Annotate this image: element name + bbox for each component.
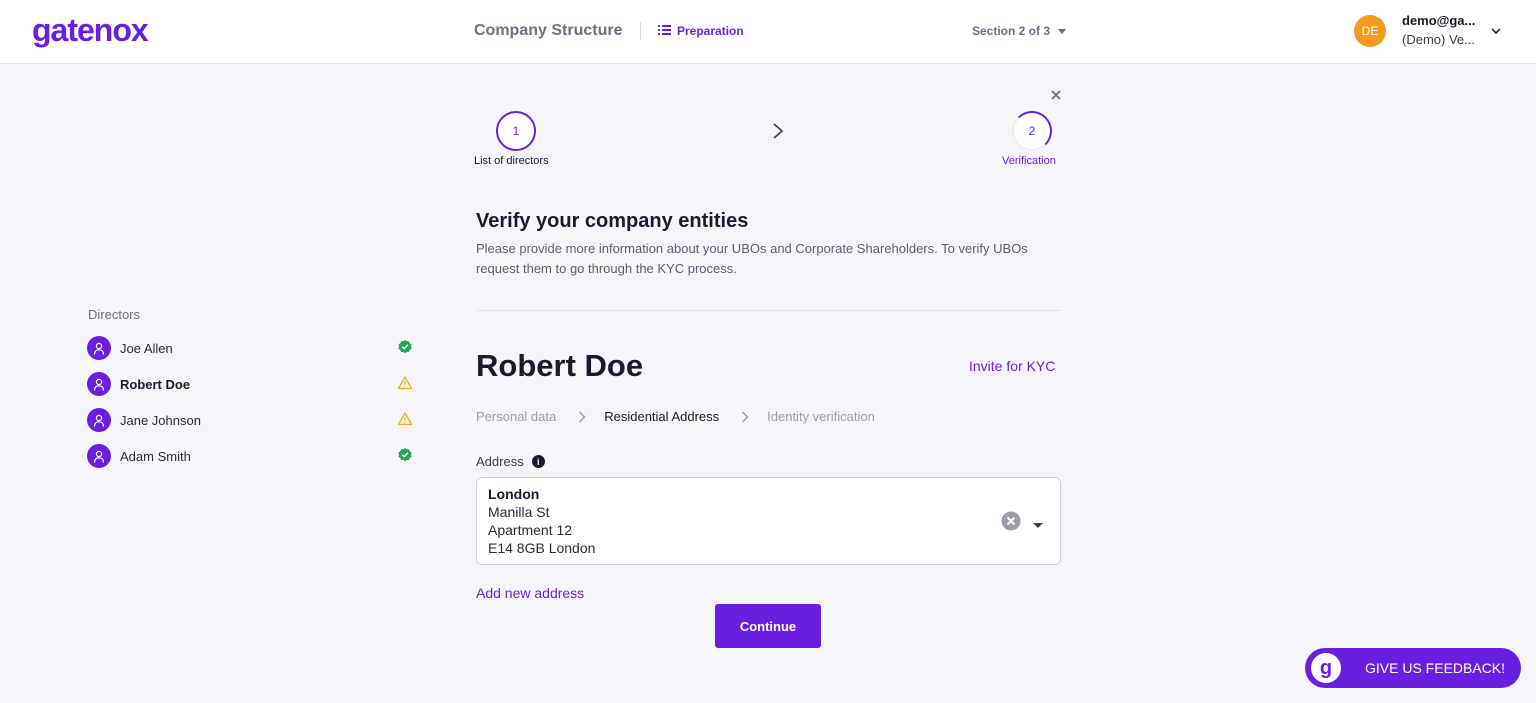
info-icon[interactable]: i: [531, 455, 545, 468]
director-name: Adam Smith: [120, 448, 191, 464]
gatenox-logo[interactable]: gatenox: [32, 12, 149, 49]
chevron-right-icon: [770, 121, 786, 146]
list-icon: [658, 24, 671, 38]
chevron-right-icon: [741, 411, 749, 423]
preparation-link[interactable]: Preparation: [658, 24, 744, 38]
user-avatar[interactable]: DE: [1354, 15, 1386, 47]
check-circle-icon: [397, 447, 413, 468]
chevron-down-icon[interactable]: [1490, 24, 1502, 42]
address-select[interactable]: London Manilla St Apartment 12 E14 8GB L…: [476, 477, 1061, 565]
breadcrumb-personal-data[interactable]: Personal data: [476, 409, 556, 424]
user-icon: [87, 408, 111, 432]
invite-kyc-link[interactable]: Invite for KYC: [969, 358, 1055, 374]
section-label: Section 2 of 3: [972, 24, 1051, 38]
section-selector[interactable]: Section 2 of 3: [972, 24, 1067, 38]
header-divider: [640, 22, 641, 40]
step-2-label: Verification: [1002, 155, 1056, 167]
director-name: Jane Johnson: [120, 412, 201, 428]
gatenox-g-icon: g: [1311, 653, 1341, 683]
user-icon: [87, 444, 111, 468]
add-new-address-link[interactable]: Add new address: [476, 585, 584, 601]
address-line: Apartment 12: [488, 522, 573, 538]
user-org: (Demo) Ve...: [1402, 32, 1475, 47]
step-1-label: List of directors: [474, 155, 549, 167]
warning-icon: [397, 411, 413, 432]
user-icon: [87, 372, 111, 396]
director-item-robert-doe[interactable]: Robert Doe: [87, 371, 413, 397]
main-heading: Verify your company entities: [476, 210, 749, 232]
breadcrumb-identity-verification[interactable]: Identity verification: [767, 409, 875, 424]
divider: [476, 310, 1061, 311]
warning-icon: [397, 375, 413, 396]
breadcrumb-residential-address[interactable]: Residential Address: [604, 409, 719, 424]
director-name: Joe Allen: [120, 340, 173, 356]
breadcrumb: Personal data Residential Address Identi…: [476, 409, 875, 424]
caret-down-icon: [1058, 28, 1067, 34]
address-city: London: [488, 486, 540, 502]
director-item-jane-johnson[interactable]: Jane Johnson: [87, 407, 413, 433]
close-icon[interactable]: [1049, 88, 1063, 107]
user-info[interactable]: demo@ga... (Demo) Ve...: [1402, 13, 1482, 47]
address-value: London Manilla St Apartment 12 E14 8GB L…: [488, 485, 595, 557]
chevron-right-icon: [578, 411, 586, 423]
main-description: Please provide more information about yo…: [476, 241, 1028, 276]
address-label-text: Address: [476, 454, 524, 469]
caret-down-icon[interactable]: [1032, 517, 1044, 535]
step-1-circle[interactable]: 1: [496, 111, 536, 151]
director-item-joe-allen[interactable]: Joe Allen: [87, 335, 413, 361]
top-header: gatenox Company Structure Preparation Se…: [0, 0, 1536, 64]
user-email: demo@ga...: [1402, 13, 1476, 28]
address-line: E14 8GB London: [488, 540, 596, 556]
user-icon: [87, 336, 111, 360]
clear-icon[interactable]: [1001, 511, 1021, 536]
directors-title: Directors: [88, 307, 141, 322]
person-name: Robert Doe: [476, 348, 644, 383]
address-line: Manilla St: [488, 504, 550, 520]
director-name: Robert Doe: [120, 376, 191, 392]
preparation-label: Preparation: [677, 24, 744, 38]
step-2-circle[interactable]: 2: [1012, 111, 1052, 151]
director-item-adam-smith[interactable]: Adam Smith: [87, 443, 413, 469]
address-label: Address i: [476, 454, 545, 469]
feedback-button[interactable]: g GIVE US FEEDBACK!: [1305, 648, 1521, 688]
page-title: Company Structure: [474, 22, 623, 39]
check-circle-icon: [397, 339, 413, 360]
continue-button[interactable]: Continue: [715, 604, 821, 648]
feedback-label: GIVE US FEEDBACK!: [1365, 660, 1506, 676]
